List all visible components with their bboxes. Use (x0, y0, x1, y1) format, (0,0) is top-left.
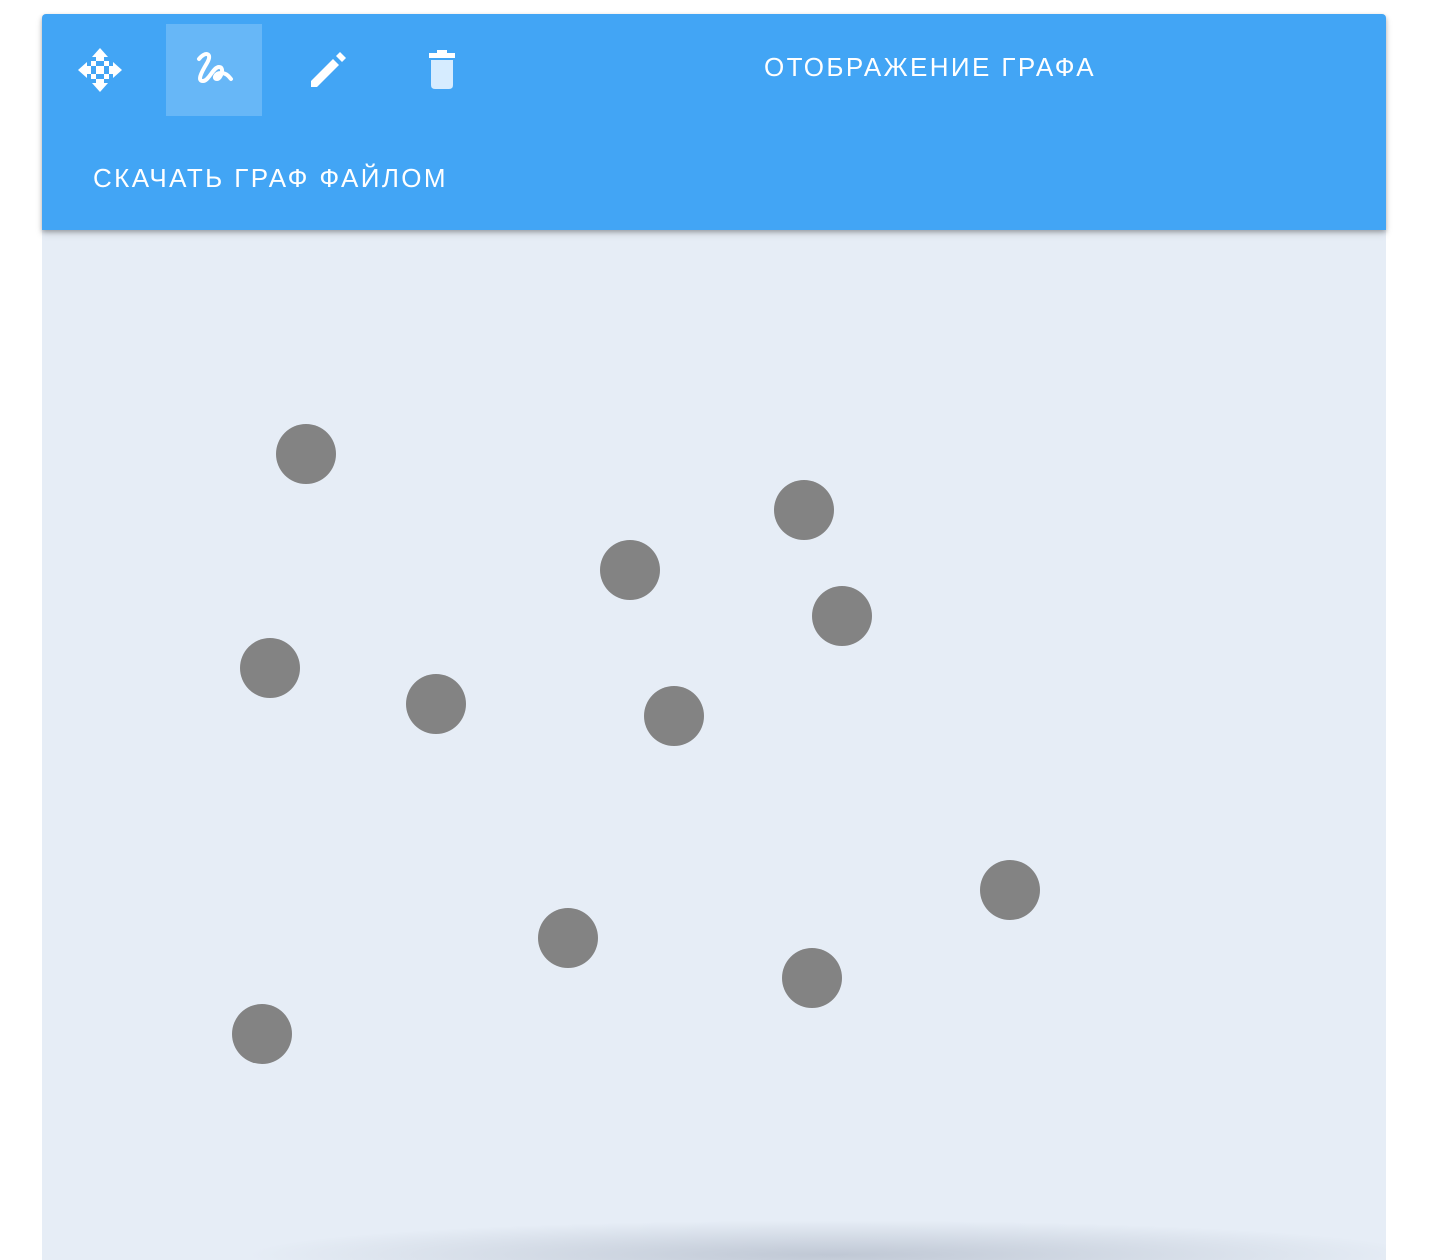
canvas-bottom-shadow (242, 1220, 1386, 1260)
graph-canvas[interactable] (42, 230, 1386, 1260)
move-arrows-icon (77, 47, 123, 93)
graph-node[interactable] (538, 908, 598, 968)
graph-node[interactable] (600, 540, 660, 600)
graph-node[interactable] (644, 686, 704, 746)
graph-app: ОТОБРАЖЕНИЕ ГРАФА СКАЧАТЬ ГРАФ ФАЙЛОМ (42, 14, 1386, 1260)
graph-node[interactable] (240, 638, 300, 698)
delete-tool-button[interactable] (394, 24, 490, 116)
toolbar: ОТОБРАЖЕНИЕ ГРАФА СКАЧАТЬ ГРАФ ФАЙЛОМ (42, 14, 1386, 230)
move-tool-button[interactable] (52, 24, 148, 116)
gesture-icon (191, 47, 237, 93)
edit-tool-button[interactable] (280, 24, 376, 116)
pencil-icon (305, 47, 351, 93)
graph-node[interactable] (232, 1004, 292, 1064)
download-graph-button[interactable]: СКАЧАТЬ ГРАФ ФАЙЛОМ (70, 150, 471, 206)
trash-icon (419, 47, 465, 93)
graph-node[interactable] (276, 424, 336, 484)
page-title: ОТОБРАЖЕНИЕ ГРАФА (764, 52, 1097, 82)
draw-edge-tool-button[interactable] (166, 24, 262, 116)
graph-node[interactable] (782, 948, 842, 1008)
graph-node[interactable] (980, 860, 1040, 920)
graph-node[interactable] (406, 674, 466, 734)
graph-node[interactable] (812, 586, 872, 646)
graph-node[interactable] (774, 480, 834, 540)
